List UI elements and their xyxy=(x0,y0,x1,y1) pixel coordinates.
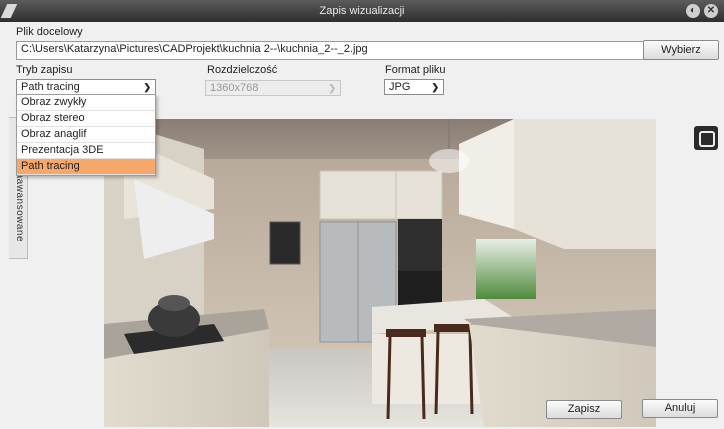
minimize-icon[interactable]: ◐ xyxy=(686,4,700,18)
close-icon[interactable]: ✕ xyxy=(704,4,718,18)
format-selected-value: JPG xyxy=(389,81,411,93)
mode-label: Tryb zapisu xyxy=(16,64,73,76)
chevron-down-icon: ❯ xyxy=(143,82,151,92)
mode-option[interactable]: Prezentacja 3DE xyxy=(17,143,155,159)
resolution-selected-value: 1360x768 xyxy=(210,82,259,94)
fullscreen-icon-frame xyxy=(699,131,715,147)
mode-select[interactable]: Path tracing ❯ xyxy=(16,79,156,95)
window-title: Zapis wizualizacji xyxy=(319,5,405,17)
fullscreen-icon[interactable] xyxy=(694,126,718,150)
resolution-label: Rozdzielczość xyxy=(207,64,278,76)
advanced-tab-label: Zaawansowane xyxy=(14,166,25,243)
browse-button[interactable]: Wybierz xyxy=(643,40,719,60)
save-button[interactable]: Zapisz xyxy=(546,400,622,419)
target-file-label: Plik docelowy xyxy=(16,26,83,38)
render-preview-image xyxy=(104,119,656,427)
format-label: Format pliku xyxy=(385,64,446,76)
chevron-down-icon: ❯ xyxy=(328,83,336,93)
mode-option[interactable]: Obraz stereo xyxy=(17,111,155,127)
save-visualization-dialog: Plik docelowy C:\Users\Katarzyna\Picture… xyxy=(0,22,724,429)
cancel-button[interactable]: Anuluj xyxy=(642,399,718,418)
mode-option[interactable]: Obraz anaglif xyxy=(17,127,155,143)
title-bar: Zapis wizualizacji ◐ ✕ xyxy=(0,0,724,22)
mode-option[interactable]: Obraz zwykły xyxy=(17,95,155,111)
mode-dropdown-list: Obraz zwykły Obraz stereo Obraz anaglif … xyxy=(16,94,156,176)
resolution-select: 1360x768 ❯ xyxy=(205,80,341,96)
mode-option-selected[interactable]: Path tracing xyxy=(17,159,155,175)
mode-selected-value: Path tracing xyxy=(21,81,80,93)
format-select[interactable]: JPG ❯ xyxy=(384,79,444,95)
target-file-input[interactable]: C:\Users\Katarzyna\Pictures\CADProjekt\k… xyxy=(16,41,646,60)
chevron-down-icon: ❯ xyxy=(431,82,439,92)
